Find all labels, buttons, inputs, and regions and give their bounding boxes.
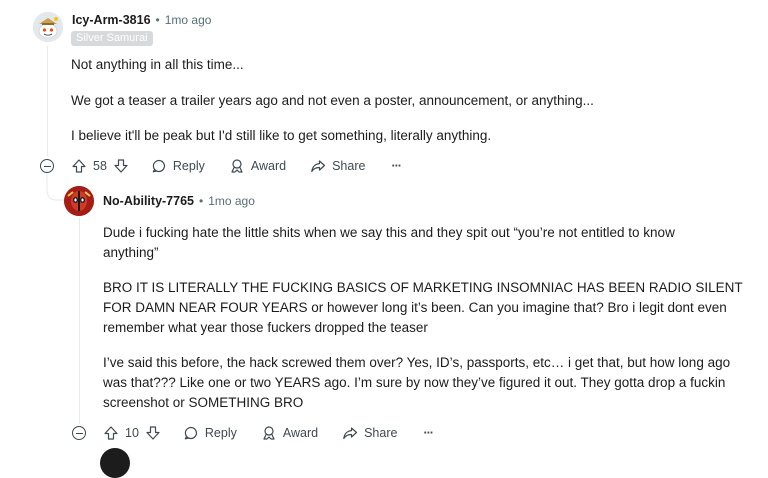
share-icon	[311, 160, 326, 173]
share-button[interactable]: Share	[342, 425, 397, 441]
downvote-icon[interactable]	[145, 425, 161, 441]
comment-paragraph: Not anything in all this time...	[71, 57, 244, 72]
award-button[interactable]: Award	[261, 425, 318, 441]
share-label: Share	[332, 159, 366, 173]
downvote-icon[interactable]	[113, 158, 129, 174]
separator-dot: •	[199, 194, 204, 208]
username[interactable]: No-Ability-7765	[103, 194, 194, 208]
reply-icon	[184, 426, 197, 440]
comment-paragraph: BRO IT IS LITERALLY THE FUCKING BASICS O…	[103, 280, 743, 335]
timestamp[interactable]: 1mo ago	[165, 13, 212, 27]
comment-paragraph: I’ve said this before, the hack screwed …	[103, 355, 731, 410]
reply-button[interactable]: Reply	[183, 425, 237, 441]
vote-group: 58	[71, 158, 129, 174]
more-options-button[interactable]: ···	[391, 159, 401, 173]
reply-icon	[152, 159, 165, 173]
separator-dot: •	[155, 13, 160, 27]
vote-count: 58	[93, 159, 107, 173]
award-icon	[231, 159, 243, 173]
upvote-icon[interactable]	[71, 158, 87, 174]
vote-count: 10	[125, 426, 139, 440]
award-button[interactable]: Award	[229, 158, 286, 174]
comment-paragraph: Dude i fucking hate the little shits whe…	[103, 225, 675, 260]
comment-paragraph: I believe it'll be peak but I'd still li…	[71, 128, 492, 143]
thread-line	[47, 46, 48, 156]
more-options-button[interactable]: ···	[423, 426, 433, 440]
avatar[interactable]	[64, 186, 94, 216]
share-icon	[343, 427, 358, 440]
thread-line	[79, 218, 80, 424]
deadpool-avatar-icon	[64, 186, 94, 216]
reply-label: Reply	[172, 159, 205, 173]
collapse-icon[interactable]	[40, 159, 54, 173]
award-label: Award	[282, 426, 319, 440]
award-label: Award	[250, 159, 287, 173]
share-label: Share	[364, 426, 398, 440]
award-icon	[263, 426, 275, 440]
timestamp[interactable]: 1mo ago	[208, 194, 255, 208]
vote-group: 10	[103, 425, 161, 441]
user-flair: Silver Samurai	[71, 31, 153, 46]
collapse-icon[interactable]	[72, 426, 86, 440]
snoo-avatar-icon	[33, 12, 63, 42]
share-button[interactable]: Share	[310, 158, 365, 174]
thread-connector	[46, 170, 66, 201]
reply-button[interactable]: Reply	[151, 158, 205, 174]
upvote-icon[interactable]	[103, 425, 119, 441]
more-icon: ···	[423, 426, 433, 440]
username[interactable]: Icy-Arm-3816	[72, 13, 151, 27]
avatar[interactable]	[33, 12, 63, 42]
reply-label: Reply	[204, 426, 237, 440]
more-icon: ···	[391, 159, 401, 173]
comment-paragraph: We got a teaser a trailer years ago and …	[71, 93, 594, 108]
